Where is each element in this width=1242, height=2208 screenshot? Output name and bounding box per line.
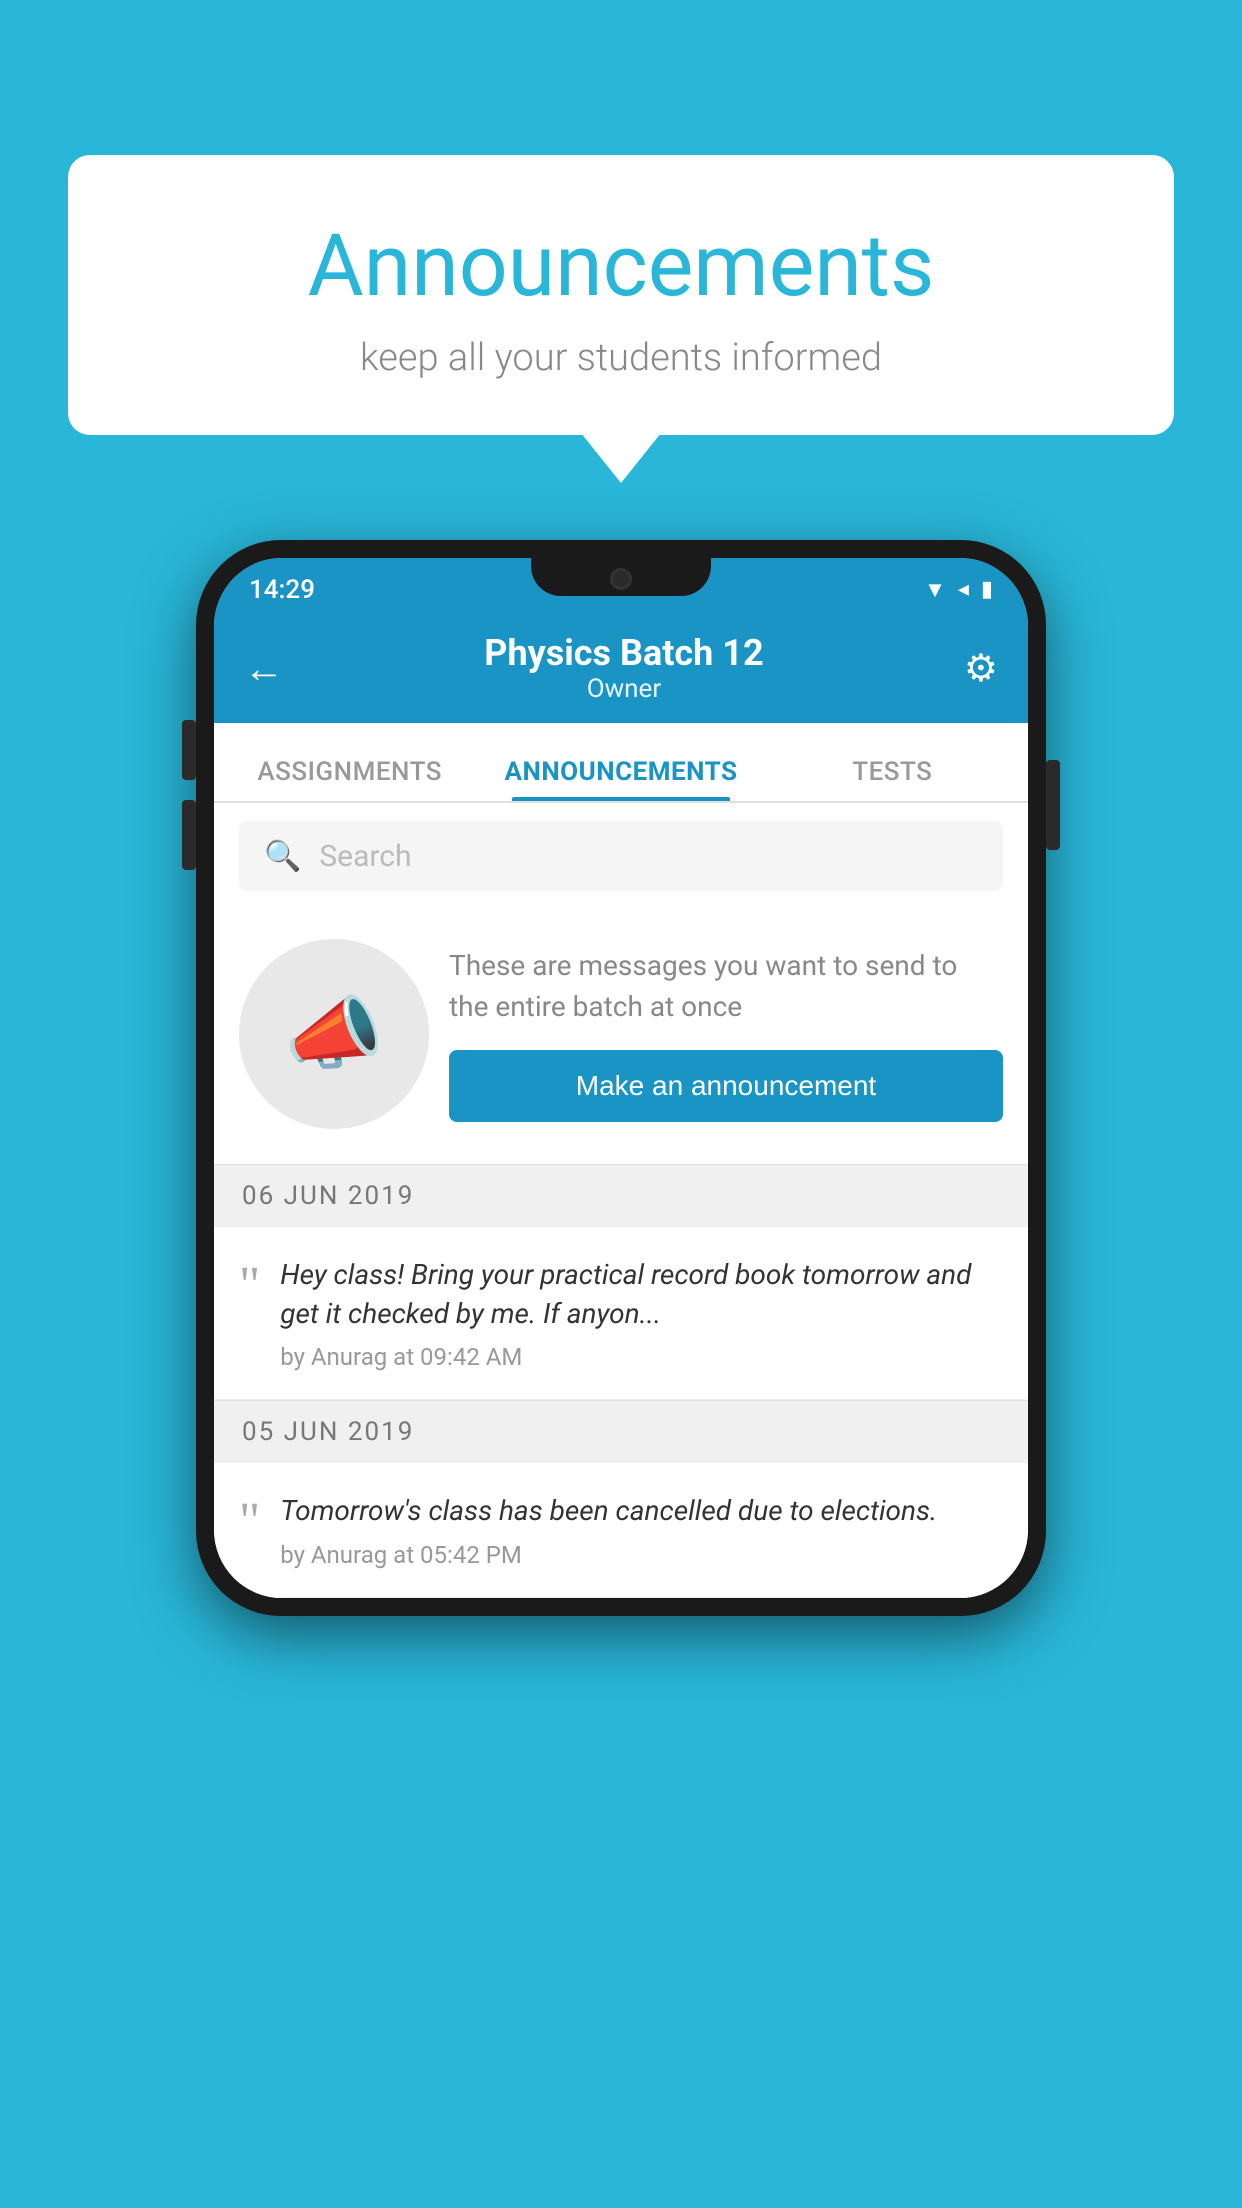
- phone-outer: 14:29 ▼ ◂ ▮ ← Physics Batch 12 Owner ⚙ A…: [196, 540, 1046, 1616]
- announcement-text-group-2: Tomorrow's class has been cancelled due …: [280, 1491, 1003, 1568]
- date-separator-2: 05 JUN 2019: [214, 1400, 1028, 1463]
- make-announcement-button[interactable]: Make an announcement: [449, 1050, 1003, 1122]
- announcement-meta-2: by Anurag at 05:42 PM: [280, 1541, 1003, 1569]
- tabs-bar: ASSIGNMENTS ANNOUNCEMENTS TESTS: [214, 723, 1028, 803]
- quote-icon-1: ": [239, 1260, 260, 1312]
- app-bar: ← Physics Batch 12 Owner ⚙: [214, 613, 1028, 723]
- search-placeholder: Search: [319, 839, 411, 874]
- search-icon: 🔍: [264, 839, 301, 874]
- app-bar-title-group: Physics Batch 12 Owner: [484, 632, 763, 704]
- signal-icon: ◂: [958, 577, 969, 602]
- status-time: 14:29: [249, 575, 315, 605]
- quote-icon-2: ": [239, 1496, 260, 1548]
- megaphone-icon: 📣: [284, 987, 384, 1081]
- search-container: 🔍 Search: [214, 803, 1028, 909]
- announcement-item-2[interactable]: " Tomorrow's class has been cancelled du…: [214, 1463, 1028, 1597]
- announcement-message-1: Hey class! Bring your practical record b…: [280, 1255, 1003, 1333]
- phone-mockup: 14:29 ▼ ◂ ▮ ← Physics Batch 12 Owner ⚙ A…: [196, 540, 1046, 1616]
- wifi-icon: ▼: [924, 577, 946, 603]
- app-bar-subtitle: Owner: [484, 674, 763, 704]
- speech-bubble-section: Announcements keep all your students inf…: [68, 155, 1174, 435]
- promo-icon-circle: 📣: [239, 939, 429, 1129]
- app-bar-title: Physics Batch 12: [484, 632, 763, 674]
- promo-right: These are messages you want to send to t…: [449, 946, 1003, 1121]
- tab-announcements[interactable]: ANNOUNCEMENTS: [485, 757, 756, 801]
- date-separator-1: 06 JUN 2019: [214, 1164, 1028, 1227]
- phone-screen: 14:29 ▼ ◂ ▮ ← Physics Batch 12 Owner ⚙ A…: [214, 558, 1028, 1598]
- power-button: [1046, 760, 1060, 850]
- tab-tests[interactable]: TESTS: [757, 757, 1028, 801]
- bubble-subtitle: keep all your students informed: [118, 336, 1124, 380]
- announcement-meta-1: by Anurag at 09:42 AM: [280, 1343, 1003, 1371]
- announcement-message-2: Tomorrow's class has been cancelled due …: [280, 1491, 1003, 1530]
- announcement-text-group-1: Hey class! Bring your practical record b…: [280, 1255, 1003, 1371]
- tab-assignments[interactable]: ASSIGNMENTS: [214, 757, 485, 801]
- battery-icon: ▮: [981, 577, 993, 602]
- bubble-title: Announcements: [118, 215, 1124, 316]
- phone-notch: [531, 558, 711, 596]
- camera: [610, 568, 632, 590]
- back-button[interactable]: ←: [244, 645, 284, 692]
- announcement-promo: 📣 These are messages you want to send to…: [214, 909, 1028, 1164]
- volume-up-button: [182, 720, 196, 780]
- announcement-item-1[interactable]: " Hey class! Bring your practical record…: [214, 1227, 1028, 1400]
- search-bar[interactable]: 🔍 Search: [239, 821, 1003, 891]
- volume-down-button: [182, 800, 196, 870]
- status-icons: ▼ ◂ ▮: [924, 577, 993, 603]
- promo-description: These are messages you want to send to t…: [449, 946, 1003, 1027]
- settings-icon[interactable]: ⚙: [964, 646, 998, 691]
- speech-bubble: Announcements keep all your students inf…: [68, 155, 1174, 435]
